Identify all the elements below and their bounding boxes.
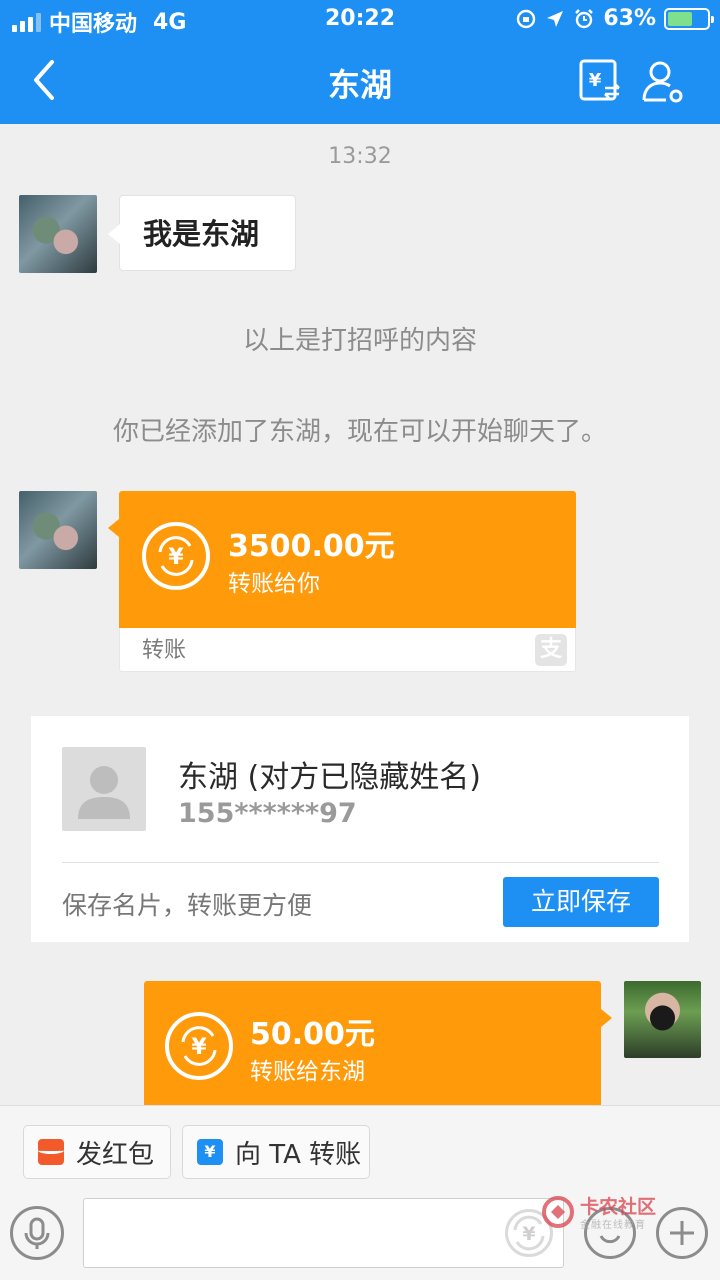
status-bar: 中国移动 4G 20:22 63% (0, 0, 720, 40)
save-card-hint: 保存名片，转账更方便 (62, 891, 313, 920)
transfer-to-ta-label: 向 TA 转账 (235, 1139, 362, 1170)
status-right: 63% (515, 6, 714, 31)
profile-icon[interactable] (640, 58, 686, 104)
system-message-added: 你已经添加了东湖，现在可以开始聊天了。 (112, 417, 607, 447)
alipay-logo-icon: 支 (535, 634, 567, 666)
transfer-record-icon[interactable]: ¥ (578, 58, 622, 102)
transfer-card-footer: 转账 支 (119, 628, 576, 672)
my-avatar[interactable] (624, 981, 701, 1058)
watermark-icon (542, 1196, 574, 1228)
microphone-icon (24, 1217, 50, 1249)
nav-bar: 东湖 ¥ (0, 40, 720, 124)
battery-fill (668, 11, 692, 26)
message-timestamp: 13:32 (328, 144, 392, 169)
battery-icon (664, 7, 714, 30)
message-input[interactable]: ¥ (83, 1198, 564, 1268)
transfer-description: 转账给东湖 (250, 1059, 365, 1085)
transfer-card-body: ¥ 50.00元 转账给东湖 (144, 981, 612, 1118)
red-packet-button[interactable]: 发红包 (23, 1125, 171, 1179)
transfer-amount: 50.00元 (250, 1017, 375, 1052)
save-card-button[interactable]: 立即保存 (503, 877, 659, 927)
contact-card: 东湖 (对方已隐藏姓名) 155******97 保存名片，转账更方便 立即保存 (31, 716, 689, 942)
rotation-lock-icon (517, 9, 536, 28)
watermark-subtext: 金融在线教育 (580, 1220, 646, 1231)
system-message-greeting: 以上是打招呼的内容 (242, 326, 477, 356)
transfer-card-body: ¥ 3500.00元 转账给你 (108, 491, 576, 628)
transfer-description: 转账给你 (228, 571, 320, 597)
svg-text:¥: ¥ (168, 545, 184, 570)
transfer-footer-label: 转账 (142, 638, 187, 663)
transfer-coin-icon: ¥ (142, 522, 210, 590)
contact-name: 东湖 (对方已隐藏姓名) (178, 760, 481, 795)
alarm-icon (575, 8, 594, 28)
watermark-text: 卡农社区 (580, 1196, 657, 1218)
voice-input-button[interactable] (10, 1206, 64, 1260)
contact-avatar[interactable] (19, 491, 97, 569)
svg-text:¥: ¥ (191, 1035, 207, 1060)
contact-avatar[interactable] (19, 195, 97, 273)
message-bubble[interactable]: 我是东湖 (108, 195, 296, 271)
location-icon (547, 10, 564, 27)
svg-text:¥: ¥ (589, 70, 602, 91)
contact-phone: 155******97 (178, 798, 357, 829)
battery-percent: 63% (603, 6, 656, 31)
transfer-amount: 3500.00元 (228, 529, 395, 564)
red-packet-icon (38, 1139, 64, 1165)
outgoing-transfer-card[interactable]: ¥ 50.00元 转账给东湖 (144, 981, 612, 1118)
transfer-to-ta-button[interactable]: ¥ 向 TA 转账 (182, 1125, 370, 1179)
transfer-coin-icon: ¥ (165, 1012, 233, 1080)
watermark-logo: 卡农社区 金融在线教育 (540, 1194, 670, 1231)
transfer-small-icon: ¥ (197, 1139, 223, 1165)
placeholder-avatar-icon (62, 747, 146, 831)
incoming-transfer-card[interactable]: ¥ 3500.00元 转账给你 转账 支 (108, 491, 576, 672)
card-divider (62, 862, 659, 863)
red-packet-label: 发红包 (76, 1139, 155, 1170)
svg-text:¥: ¥ (522, 1223, 535, 1245)
